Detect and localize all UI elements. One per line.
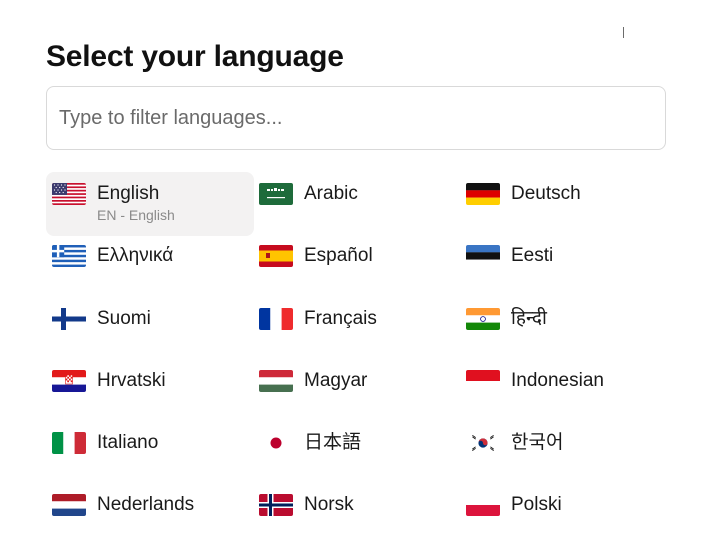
language-name: Suomi: [97, 307, 151, 329]
language-name: Español: [304, 245, 373, 267]
language-name: Polski: [511, 494, 562, 516]
language-name: Deutsch: [511, 183, 581, 204]
korea-flag-icon: [466, 432, 500, 455]
language-option-espanol[interactable]: Español: [253, 234, 460, 296]
language-name: Français: [304, 307, 377, 329]
hungary-flag-icon: [259, 369, 293, 392]
language-name: Italiano: [97, 432, 159, 454]
language-option-greek[interactable]: Ελληνικά: [46, 234, 253, 296]
us-flag-icon: [52, 183, 86, 205]
language-name: 日本語: [304, 432, 362, 454]
estonia-flag-icon: [466, 245, 500, 268]
language-option-magyar[interactable]: Magyar: [253, 359, 460, 421]
language-option-nederlands[interactable]: Nederlands: [46, 483, 253, 545]
language-option-hindi[interactable]: हिन्दी: [460, 297, 667, 359]
greece-flag-icon: [52, 245, 86, 268]
language-option-korean[interactable]: 한국어: [460, 421, 667, 483]
language-option-francais[interactable]: Français: [253, 297, 460, 359]
language-option-norsk[interactable]: Norsk: [253, 483, 460, 545]
poland-flag-icon: [466, 494, 500, 517]
germany-flag-icon: [466, 183, 500, 205]
language-name: 한국어: [511, 432, 564, 454]
language-name: Ελληνικά: [97, 245, 174, 267]
language-option-hrvatski[interactable]: Hrvatski: [46, 359, 253, 421]
croatia-flag-icon: [52, 369, 86, 392]
language-option-eesti[interactable]: Eesti: [460, 234, 667, 296]
language-option-japanese[interactable]: 日本語: [253, 421, 460, 483]
language-option-arabic[interactable]: Arabic: [253, 172, 460, 234]
language-name: Indonesian: [511, 369, 604, 391]
text-cursor-mark: [623, 27, 624, 38]
netherlands-flag-icon: [52, 494, 86, 517]
india-flag-icon: [466, 307, 500, 330]
language-filter-input[interactable]: [46, 86, 666, 150]
language-name: Arabic: [304, 183, 358, 204]
language-list: English EN - English Arabic Deutsch Ελλη…: [46, 172, 668, 546]
italy-flag-icon: [52, 432, 86, 455]
language-name: Norsk: [304, 494, 354, 516]
language-name: Magyar: [304, 369, 368, 391]
language-code: EN - English: [97, 207, 175, 223]
language-name: हिन्दी: [511, 307, 547, 329]
page-title: Select your language: [46, 40, 344, 73]
france-flag-icon: [259, 307, 293, 330]
language-name: Nederlands: [97, 494, 195, 516]
language-option-deutsch[interactable]: Deutsch: [460, 172, 667, 234]
language-name: Eesti: [511, 245, 554, 267]
language-name: English: [97, 183, 160, 204]
finland-flag-icon: [52, 307, 86, 330]
language-name: Hrvatski: [97, 369, 166, 391]
language-option-polski[interactable]: Polski: [460, 483, 667, 545]
japan-flag-icon: [259, 432, 293, 455]
language-option-english[interactable]: English EN - English: [46, 172, 254, 236]
norway-flag-icon: [259, 494, 293, 517]
language-option-italiano[interactable]: Italiano: [46, 421, 253, 483]
saudi-arabia-flag-icon: [259, 183, 293, 205]
language-option-suomi[interactable]: Suomi: [46, 297, 253, 359]
spain-flag-icon: [259, 245, 293, 268]
indonesia-flag-icon: [466, 369, 500, 392]
language-option-indonesian[interactable]: Indonesian: [460, 359, 667, 421]
